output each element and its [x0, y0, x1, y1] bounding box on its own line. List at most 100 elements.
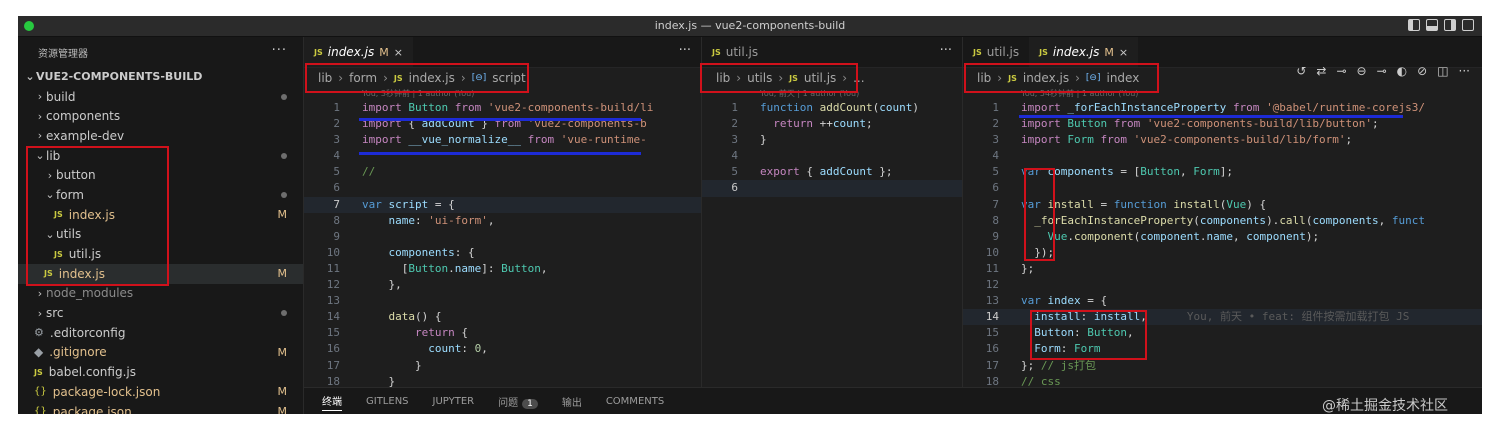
code-line: 17 }: [304, 358, 701, 374]
toggle-panel-icon[interactable]: [1426, 19, 1438, 31]
line-number: 1: [992, 101, 999, 114]
history-icon[interactable]: ↺: [1296, 64, 1306, 78]
line-number: 5: [731, 165, 738, 179]
tree-item[interactable]: › node_modules: [18, 284, 303, 304]
tab-problems[interactable]: 问题 1: [498, 394, 538, 409]
tree-item[interactable]: {} package-lock.json M: [18, 382, 303, 402]
code-token: call: [1279, 213, 1306, 227]
code-token: =: [1100, 197, 1114, 211]
bottom-panel-tabs: 终端 GITLENS JUPYTER 问题 1 输出 COMMENTS: [304, 387, 1482, 414]
code-line: 11};: [963, 261, 1482, 277]
code-token: : {: [454, 245, 475, 259]
problems-count-badge: 1: [522, 399, 538, 409]
tree-item[interactable]: {} package.json M: [18, 402, 303, 414]
annotation-underline-2: [359, 152, 641, 155]
close-tab-icon[interactable]: ×: [1119, 46, 1128, 59]
code-editor-2[interactable]: 1 function addCount(count) 2 return ++coun…: [702, 100, 962, 197]
tree-item[interactable]: › components: [18, 106, 303, 126]
code-token: from: [454, 101, 488, 114]
code-token: 'vue-runtime-: [560, 133, 647, 147]
line-number: 14: [326, 310, 340, 324]
open-changes-icon[interactable]: ◐: [1397, 64, 1407, 78]
code-token: Button: [501, 261, 541, 275]
code-token: _forEachInstanceProperty: [1067, 101, 1233, 114]
code-line: 4: [304, 148, 701, 164]
more-actions-icon[interactable]: ···: [940, 43, 952, 58]
code-token: count: [832, 117, 866, 131]
code-editor-1[interactable]: 1 import Button from 'vue2-components-bui…: [304, 100, 701, 387]
chevron-right-icon: ›: [37, 129, 43, 143]
tab-gitlens[interactable]: GITLENS: [366, 396, 409, 407]
code-token: ): [912, 101, 919, 114]
code-line: 6: [304, 180, 701, 196]
code-line: 13 var index = {: [963, 293, 1482, 309]
code-token: ;: [865, 117, 873, 131]
tab-comments[interactable]: COMMENTS: [606, 396, 664, 407]
more-actions-icon[interactable]: ···: [1459, 64, 1470, 78]
code-token: //: [362, 165, 376, 179]
modified-badge: M: [277, 405, 288, 414]
tab-jupyter[interactable]: JUPYTER: [433, 396, 475, 407]
git-commit-icon[interactable]: ⊸: [1336, 64, 1346, 78]
code-token: import: [362, 101, 409, 114]
annotation-box-breadcrumb-1: [305, 63, 529, 93]
toggle-sidebar-icon[interactable]: [1408, 19, 1420, 31]
line-number: 13: [985, 294, 999, 308]
workspace-root[interactable]: ⌄ VUE2-COMPONENTS-BUILD: [18, 67, 303, 87]
js-file-icon: JS: [34, 367, 43, 377]
toggle-secondary-sidebar-icon[interactable]: [1444, 19, 1456, 31]
line-number: 4: [992, 149, 999, 163]
line-number: 16: [985, 342, 999, 356]
tab-label: util.js: [986, 45, 1020, 59]
chevron-right-icon: ›: [37, 90, 43, 104]
code-token: 'ui-form': [428, 213, 488, 227]
code-token: install: [1173, 197, 1220, 211]
next-change-icon[interactable]: ⊸: [1377, 64, 1387, 78]
tree-item[interactable]: ⚙ .editorconfig: [18, 323, 303, 343]
code-line: 15 return {: [304, 325, 701, 341]
code-token: component: [1074, 229, 1134, 243]
code-token: };: [879, 165, 893, 179]
code-token: count: [879, 101, 913, 114]
preview-icon[interactable]: ⊘: [1417, 64, 1427, 78]
split-editor-icon[interactable]: ◫: [1437, 64, 1448, 78]
explorer-more-icon[interactable]: ···: [272, 43, 287, 58]
code-line: 9: [304, 229, 701, 245]
code-line: 1 function addCount(count): [702, 100, 962, 116]
code-line: 18 // css: [963, 374, 1482, 387]
code-token: return: [414, 326, 462, 340]
code-line: 10 components: {: [304, 245, 701, 261]
change-dot-icon: [281, 192, 287, 199]
code-token: var: [362, 197, 389, 211]
tree-item[interactable]: › src: [18, 303, 303, 323]
code-line: 5 export { addCount };: [702, 164, 962, 180]
code-line: 6: [702, 180, 962, 197]
code-line: 1 import Button from 'vue2-components-bui…: [304, 100, 701, 116]
more-actions-icon[interactable]: ···: [679, 43, 691, 58]
line-number: 3: [333, 133, 340, 147]
window-title: index.js — vue2-components-build: [654, 19, 846, 32]
tree-item[interactable]: › build: [18, 87, 303, 107]
tab-terminal[interactable]: 终端: [322, 393, 342, 411]
tab-label: index.js: [1052, 45, 1100, 59]
tree-item[interactable]: ◆ .gitignore M: [18, 343, 303, 363]
tree-item[interactable]: › example-dev: [18, 126, 303, 146]
code-token: () {: [415, 310, 442, 324]
customize-layout-icon[interactable]: [1462, 19, 1474, 31]
code-token: funct: [1391, 213, 1426, 227]
tab-output[interactable]: 输出: [562, 394, 582, 409]
code-token: (: [1193, 213, 1200, 227]
modified-badge: M: [277, 208, 288, 222]
tree-item[interactable]: JS babel.config.js: [18, 362, 303, 382]
compare-icon[interactable]: ⇄: [1316, 64, 1326, 78]
code-token: ) {: [1246, 197, 1267, 211]
code-token: }: [362, 374, 396, 387]
tab-label: util.js: [725, 45, 759, 59]
line-number: 8: [333, 213, 340, 227]
previous-change-icon[interactable]: ⊖: [1357, 64, 1367, 78]
code-token: install: [1047, 197, 1101, 211]
close-tab-icon[interactable]: ×: [394, 46, 403, 59]
code-token: },: [362, 278, 402, 292]
